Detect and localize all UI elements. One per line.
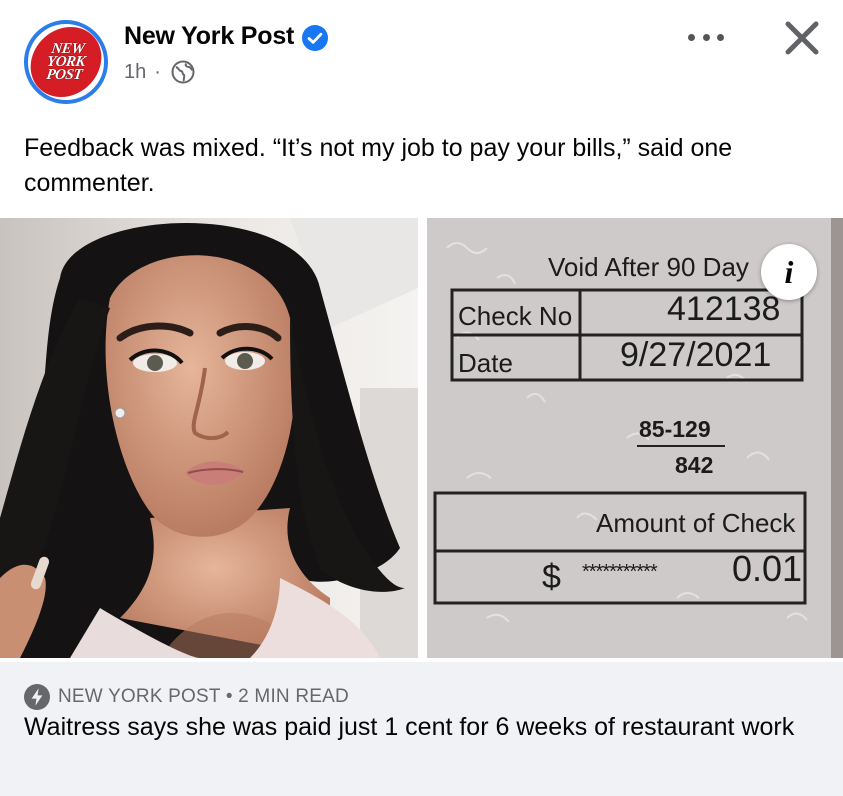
post-meta: 1h · [124, 60, 195, 84]
portrait-illustration [0, 218, 418, 658]
more-dot [702, 33, 710, 41]
check-no-value: 412138 [667, 290, 781, 328]
portrait-photo[interactable] [0, 218, 418, 658]
page-name-link[interactable]: New York Post [124, 22, 294, 51]
instant-article-bolt-icon [24, 684, 50, 710]
info-icon[interactable]: i [761, 244, 817, 300]
link-source-row: NEW YORK POST • 2 MIN READ [24, 684, 349, 710]
amount-label: Amount of Check [596, 508, 796, 538]
date-label: Date [458, 348, 513, 378]
page-avatar[interactable]: NEW YORK POST [24, 20, 108, 104]
routing-bottom: 842 [675, 452, 714, 478]
more-dot [688, 33, 695, 41]
post-caption: Feedback was mixed. “It’s not my job to … [24, 134, 733, 197]
meta-separator: · [154, 60, 161, 83]
dollar-sign: $ [542, 558, 561, 596]
post-timestamp[interactable]: 1h [124, 61, 146, 84]
void-notice: Void After 90 Day [548, 252, 749, 282]
amount-value: 0.01 [732, 548, 803, 589]
close-icon[interactable] [780, 16, 824, 60]
verified-badge-icon [302, 25, 328, 51]
more-dot [717, 33, 724, 41]
post-header: NEW YORK POST New York Post 1h · [0, 0, 843, 112]
link-headline[interactable]: Waitress says she was paid just 1 cent f… [24, 711, 814, 743]
globe-icon[interactable] [171, 60, 195, 84]
date-value: 9/27/2021 [620, 336, 772, 374]
new-york-post-logo: NEW YORK POST [26, 27, 106, 97]
more-options-icon[interactable] [684, 24, 728, 50]
link-source: NEW YORK POST • 2 MIN READ [58, 686, 349, 707]
check-no-label: Check No [458, 301, 573, 331]
amount-stars: *********** [582, 561, 658, 583]
routing-top: 85-129 [639, 416, 711, 442]
